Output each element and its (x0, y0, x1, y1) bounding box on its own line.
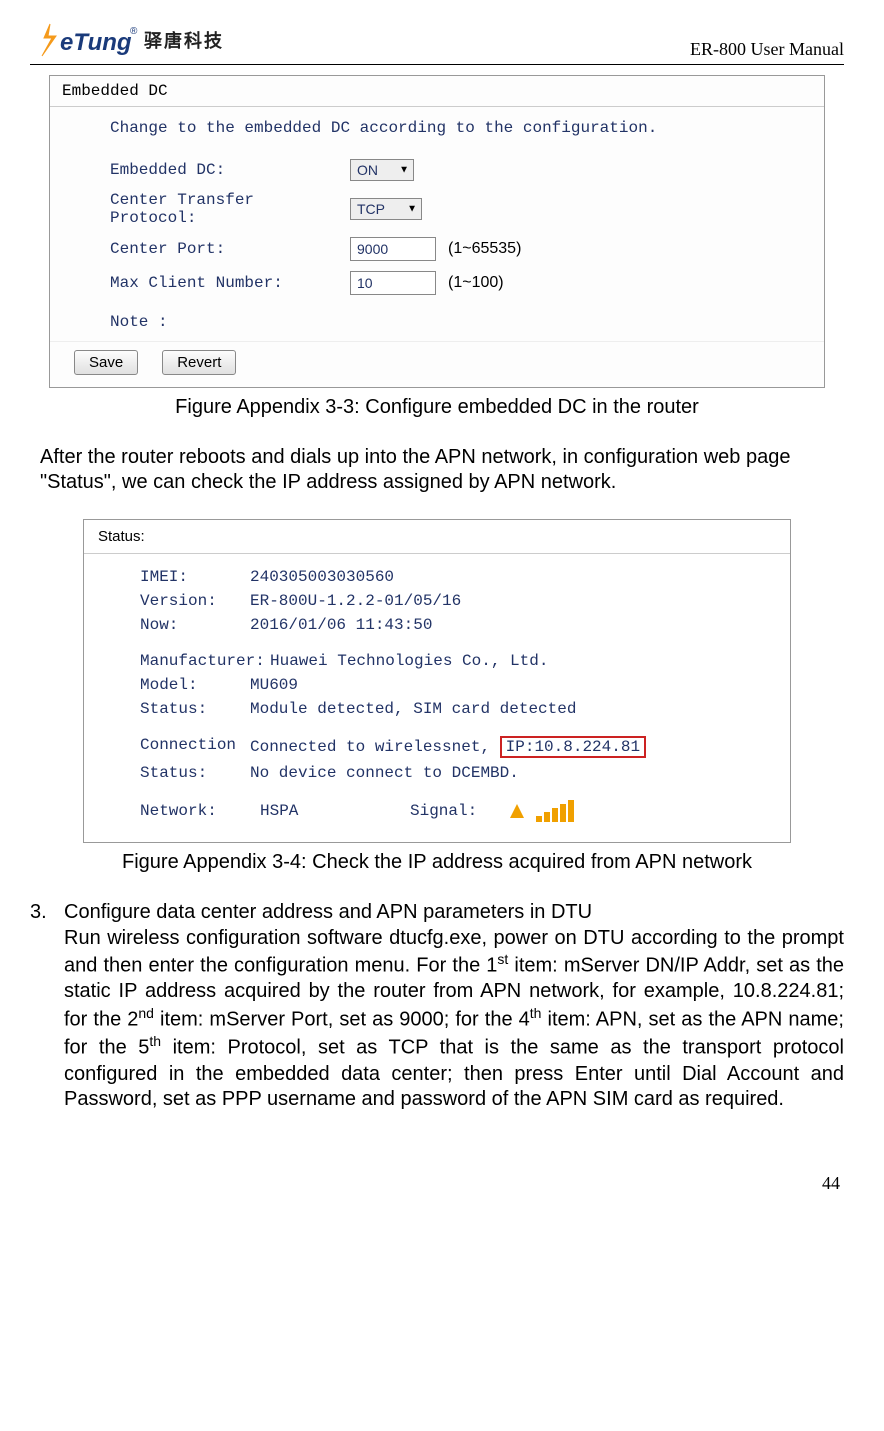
hint-max-client: (1~100) (448, 274, 504, 292)
step-number: 3. (30, 900, 50, 1113)
label-center-port: Center Port: (110, 240, 350, 258)
value-model: MU609 (250, 676, 770, 694)
label-status: Status: (140, 700, 250, 718)
value-status: Module detected, SIM card detected (250, 700, 770, 718)
value-connection1: Connected to wirelessnet, IP:10.8.224.81 (250, 736, 770, 758)
embedded-dc-panel: Embedded DC Change to the embedded DC ac… (49, 75, 825, 388)
hint-center-port: (1~65535) (448, 240, 521, 258)
figure-caption-3-3: Figure Appendix 3-3: Configure embedded … (30, 396, 844, 419)
label-embedded-dc: Embedded DC: (110, 161, 350, 179)
ip-highlight-box: IP:10.8.224.81 (500, 736, 646, 758)
step-body-c: item: mServer Port, set as 9000; for the… (154, 1009, 530, 1031)
label-version: Version: (140, 592, 250, 610)
label-signal: Signal: (410, 802, 510, 820)
logo-cn-text: 驿唐科技 (144, 27, 224, 53)
label-note: Note : (110, 313, 804, 331)
label-imei: IMEI: (140, 568, 250, 586)
value-connection2: No device connect to DCEMBD. (250, 764, 770, 782)
select-embedded-dc[interactable]: ON (350, 159, 414, 181)
value-version: ER-800U-1.2.2-01/05/16 (250, 592, 770, 610)
page-number: 44 (30, 1173, 844, 1194)
label-now: Now: (140, 616, 250, 634)
panel-intro-text: Change to the embedded DC according to t… (110, 119, 804, 137)
label-protocol: Center Transfer Protocol: (110, 191, 350, 227)
signal-bars-icon (510, 800, 574, 822)
sup-th-1: th (530, 1005, 542, 1021)
label-manufacturer: Manufacturer: (140, 652, 270, 670)
etung-logo-icon: eTung ® (30, 20, 140, 60)
paragraph-after-reboot: After the router reboots and dials up in… (30, 445, 844, 495)
revert-button[interactable]: Revert (162, 350, 236, 375)
value-now: 2016/01/06 11:43:50 (250, 616, 770, 634)
label-model: Model: (140, 676, 250, 694)
svg-text:®: ® (130, 26, 138, 37)
status-panel: Status: IMEI: 240305003030560 Version: E… (83, 519, 791, 843)
panel-title-status: Status: (84, 520, 790, 554)
value-network: HSPA (260, 802, 410, 820)
label-network: Network: (140, 802, 260, 820)
step-3: 3. Configure data center address and APN… (30, 900, 844, 1113)
step-title: Configure data center address and APN pa… (64, 900, 844, 926)
label-connection2: Status: (140, 764, 250, 782)
sup-th-2: th (149, 1033, 161, 1049)
value-manufacturer: Huawei Technologies Co., Ltd. (270, 652, 770, 670)
step-body-e: item: Protocol, set as TCP that is the s… (64, 1037, 844, 1110)
step-body: Run wireless configuration software dtuc… (64, 926, 844, 1113)
sup-nd: nd (138, 1005, 154, 1021)
logo: eTung ® 驿唐科技 (30, 20, 224, 60)
conn-text-pre: Connected to wirelessnet, (250, 738, 500, 756)
sup-st: st (497, 951, 508, 967)
figure-caption-3-4: Figure Appendix 3-4: Check the IP addres… (30, 851, 844, 874)
svg-text:eTung: eTung (60, 29, 132, 56)
label-connection1: Connection (140, 736, 250, 758)
document-title: ER-800 User Manual (690, 39, 844, 60)
value-imei: 240305003030560 (250, 568, 770, 586)
input-center-port[interactable]: 9000 (350, 237, 436, 261)
label-max-client: Max Client Number: (110, 274, 350, 292)
panel-title-embedded-dc: Embedded DC (50, 76, 824, 107)
select-protocol[interactable]: TCP (350, 198, 422, 220)
save-button[interactable]: Save (74, 350, 138, 375)
input-max-client[interactable]: 10 (350, 271, 436, 295)
page-header: eTung ® 驿唐科技 ER-800 User Manual (30, 20, 844, 65)
